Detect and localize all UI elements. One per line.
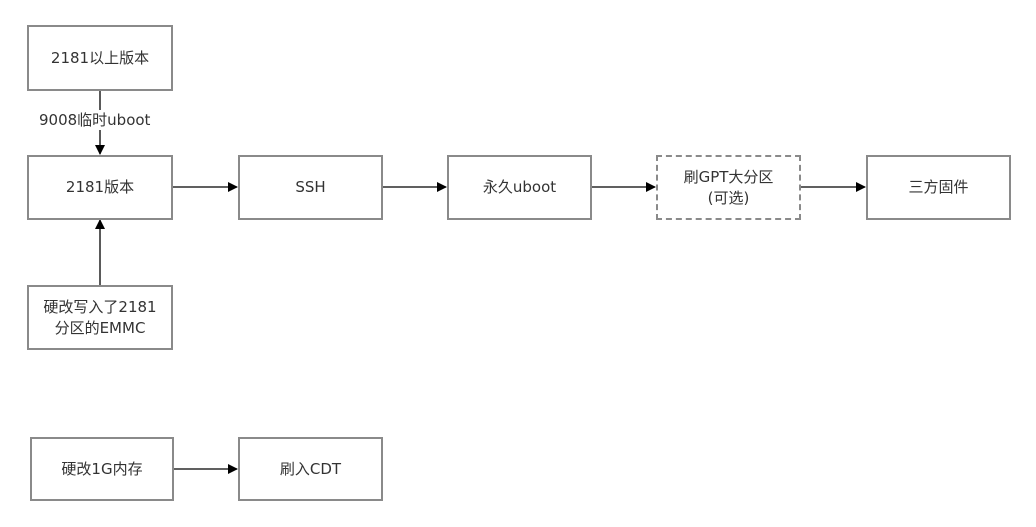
node-label: 三方固件 (908, 178, 969, 196)
node-ssh: SSH (238, 155, 383, 220)
node-label: (可选) (707, 188, 750, 207)
node-emmc: 硬改写入了2181 分区的EMMC (27, 285, 173, 350)
node-2181: 2181版本 (27, 155, 173, 220)
node-label: 刷入CDT (279, 459, 342, 478)
node-label: 2181版本 (65, 178, 135, 196)
edge-label-temp-uboot: 9008临时uboot (37, 110, 153, 130)
node-third-party-firmware: 三方固件 (866, 155, 1011, 220)
node-above-2181: 2181以上版本 (27, 25, 173, 91)
node-label: 永久uboot (482, 178, 557, 196)
node-flash-cdt: 刷入CDT (238, 437, 383, 501)
node-label: SSH (295, 178, 326, 196)
node-gpt-optional: 刷GPT大分区 (可选) (656, 155, 801, 220)
node-label: 硬改写入了2181 (43, 297, 157, 316)
node-label: 刷GPT大分区 (683, 167, 774, 186)
flow-diagram: 9008临时uboot 2181以上版本 2181版本 SSH 永久uboot … (0, 0, 1036, 527)
node-perm-uboot: 永久uboot (447, 155, 592, 220)
node-label: 分区的EMMC (54, 318, 146, 337)
node-hw-1g: 硬改1G内存 (30, 437, 174, 501)
node-label: 硬改1G内存 (61, 459, 143, 478)
node-label: 2181以上版本 (50, 48, 150, 67)
